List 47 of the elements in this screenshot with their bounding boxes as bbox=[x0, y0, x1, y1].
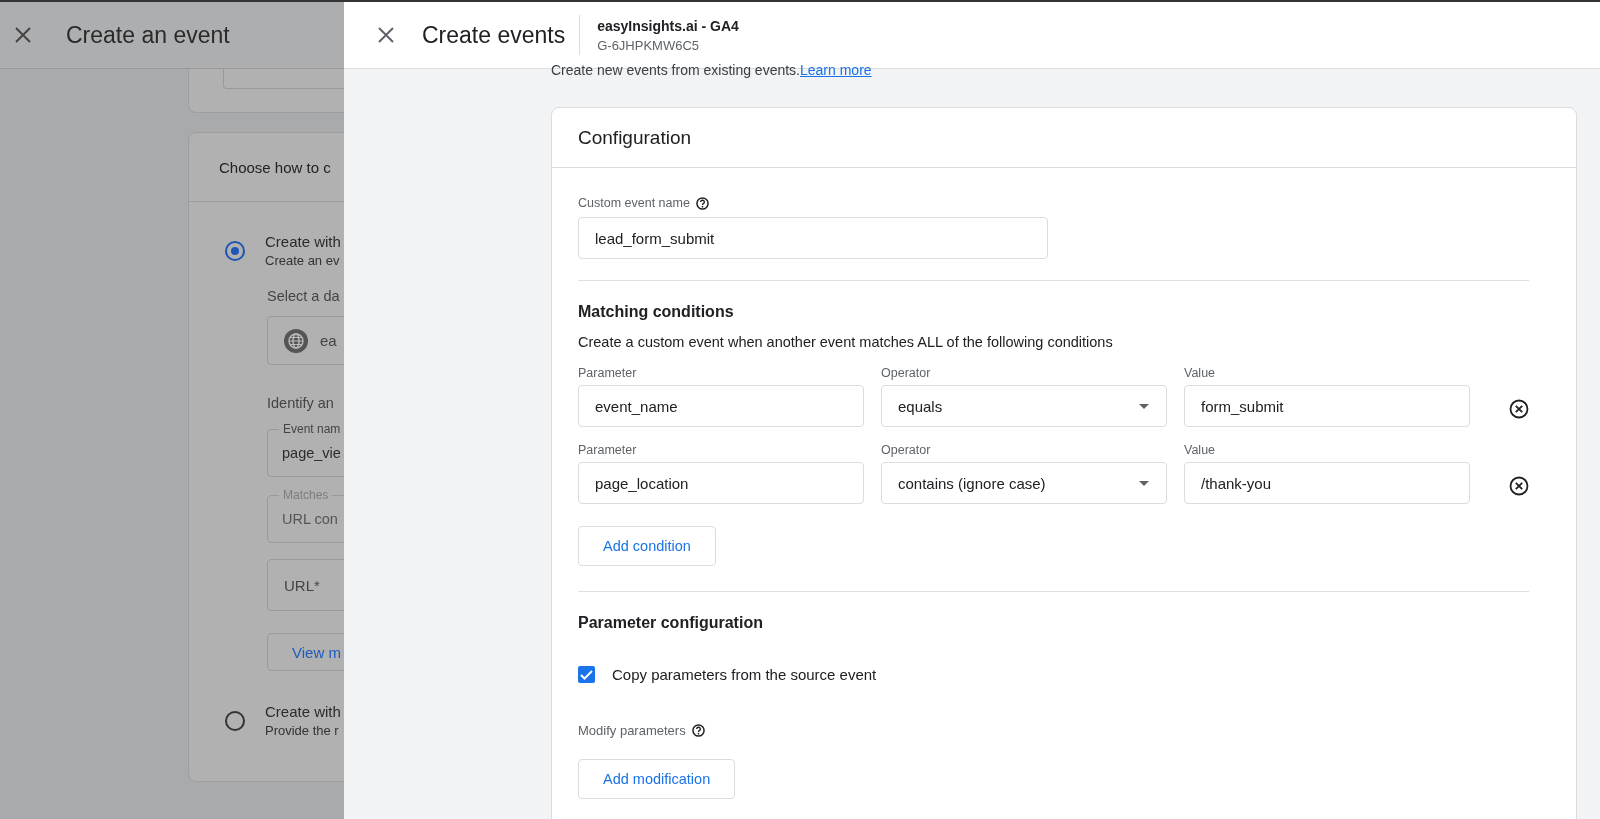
option-description: Create an ev bbox=[265, 253, 341, 268]
custom-event-name-field[interactable]: lead_form_submit bbox=[578, 217, 1048, 259]
learn-more-link[interactable]: Learn more bbox=[800, 62, 872, 78]
close-icon[interactable] bbox=[15, 27, 31, 43]
field-label: Value bbox=[1184, 443, 1217, 457]
card-title: Choose how to c bbox=[219, 158, 331, 176]
parameter-field[interactable]: event_name bbox=[578, 385, 864, 427]
field-label: Custom event name bbox=[578, 196, 690, 210]
remove-icon[interactable] bbox=[1509, 476, 1529, 496]
globe-icon bbox=[284, 328, 308, 353]
radio-button[interactable] bbox=[225, 711, 245, 731]
field-label: Parameter bbox=[578, 366, 638, 380]
field-label: Operator bbox=[881, 366, 932, 380]
help-icon[interactable] bbox=[695, 196, 709, 210]
add-modification-button[interactable]: Add modification bbox=[578, 759, 736, 799]
option-description: Provide the r bbox=[265, 723, 340, 738]
checkbox-label: Copy parameters from the source event bbox=[612, 666, 877, 683]
field-label: Modify parameters bbox=[578, 723, 686, 738]
value-field[interactable]: form_submit bbox=[1184, 385, 1470, 427]
option-label: Create with bbox=[265, 233, 341, 250]
property-id: G-6JHPKMW6C5 bbox=[597, 37, 701, 53]
section-heading: Parameter configuration bbox=[578, 614, 764, 632]
dialog-title: Create events bbox=[422, 21, 566, 49]
field-label: Operator bbox=[881, 443, 932, 457]
remove-icon[interactable] bbox=[1509, 399, 1529, 419]
section-description: Create a custom event when another event matches ALL of the following conditions bbox=[578, 334, 1114, 350]
operator-dropdown[interactable]: equals bbox=[881, 385, 1167, 427]
radio-button[interactable] bbox=[225, 241, 245, 261]
dialog-title: Create an event bbox=[66, 21, 230, 49]
add-condition-button[interactable]: Add condition bbox=[578, 526, 716, 566]
close-icon[interactable] bbox=[378, 27, 394, 43]
section-heading: Matching conditions bbox=[578, 303, 735, 321]
option-label: Create with bbox=[265, 703, 341, 720]
operator-dropdown[interactable]: contains (ignore case) bbox=[881, 462, 1167, 504]
caret-icon bbox=[1139, 403, 1149, 409]
value-field[interactable]: /thank-you bbox=[1184, 462, 1470, 504]
card-title: Configuration bbox=[578, 126, 692, 149]
field-label: Select a da bbox=[267, 288, 341, 304]
field-label: Value bbox=[1184, 366, 1217, 380]
account-name: easyInsights.ai - GA4 bbox=[597, 17, 739, 34]
intro-text: Create new events from existing events.Learn more bbox=[551, 62, 873, 78]
caret-icon bbox=[1139, 480, 1149, 486]
field-label: Identify an bbox=[267, 395, 335, 411]
checkbox[interactable] bbox=[578, 666, 595, 683]
parameter-field[interactable]: page_location bbox=[578, 462, 864, 504]
help-icon[interactable] bbox=[691, 724, 705, 737]
field-label: Parameter bbox=[578, 443, 638, 457]
